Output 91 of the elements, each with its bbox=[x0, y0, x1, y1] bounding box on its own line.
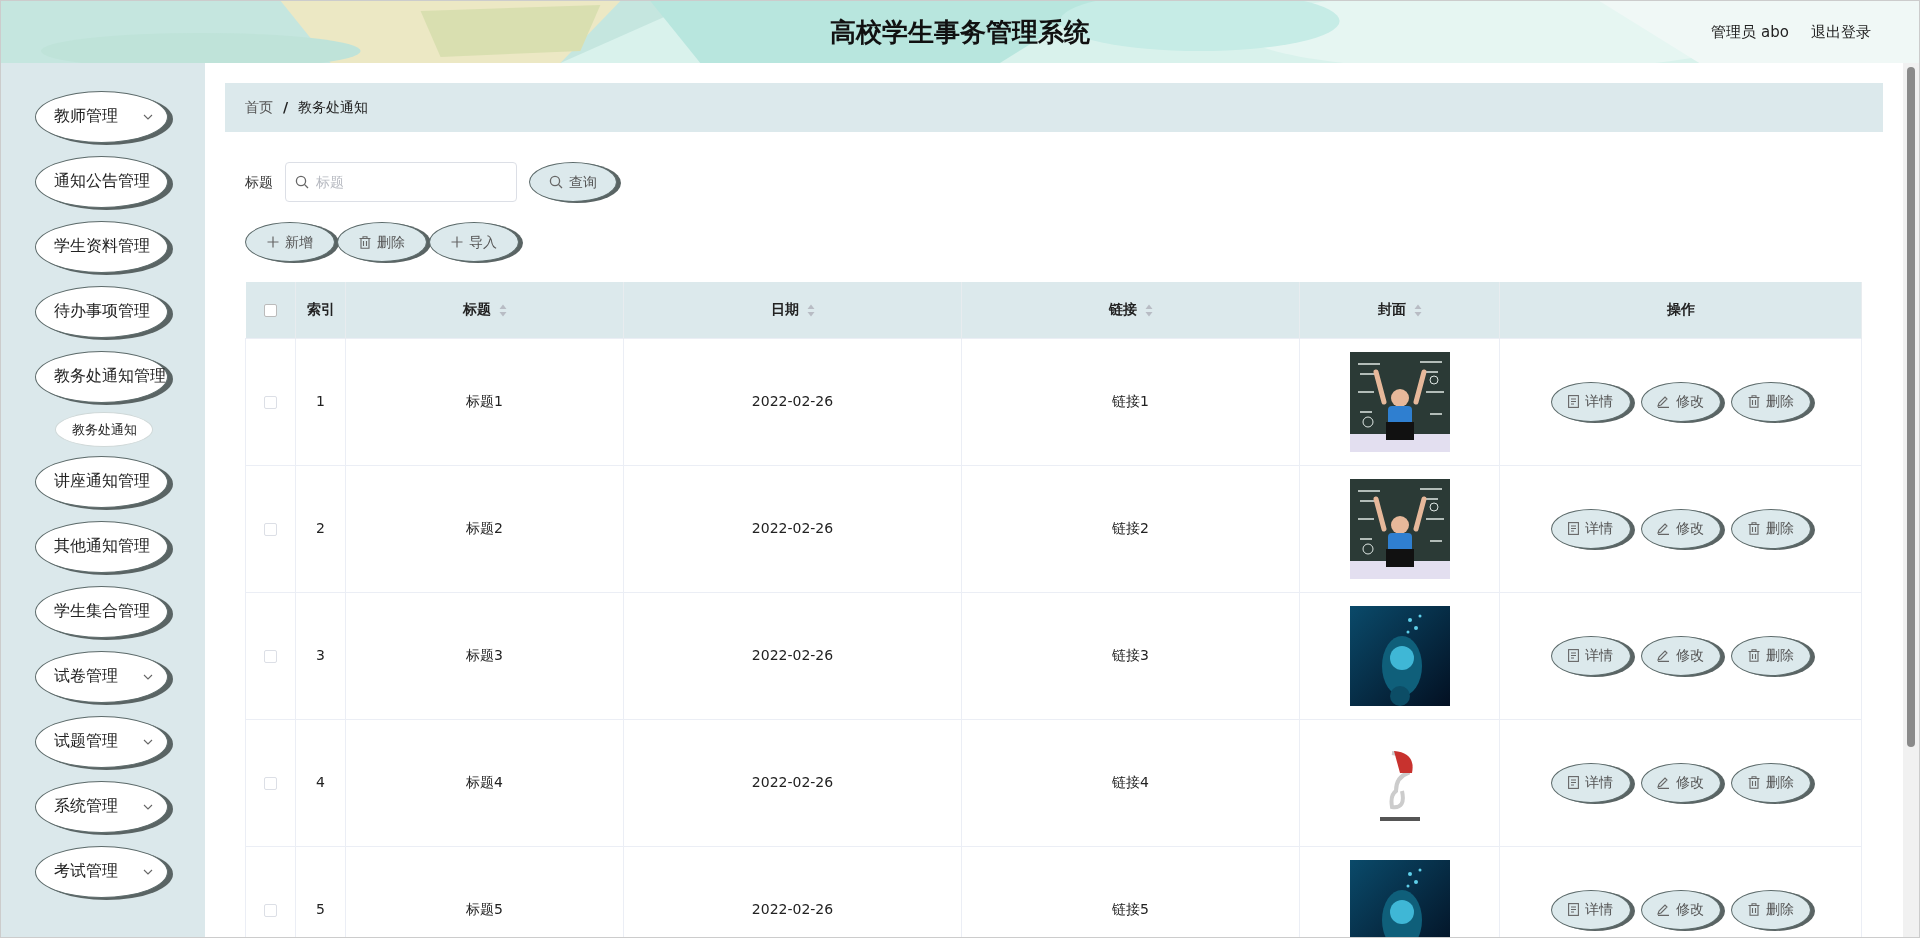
row-index: 5 bbox=[316, 901, 325, 917]
table-cell: 链接2 bbox=[1112, 520, 1149, 536]
checkbox[interactable] bbox=[264, 649, 277, 663]
column-header[interactable]: 日期 bbox=[770, 301, 815, 318]
edit-button[interactable]: 修改 bbox=[1640, 381, 1721, 422]
logout-link[interactable]: 退出登录 bbox=[1811, 20, 1871, 44]
search-field[interactable]: 标题 bbox=[285, 162, 517, 202]
table-cell: 2022-02-26 bbox=[751, 393, 834, 409]
plus-icon bbox=[451, 236, 463, 248]
delete-button[interactable]: 删除 bbox=[1730, 381, 1811, 422]
table-cell: 标题2 bbox=[466, 520, 503, 536]
column-header[interactable]: 操作 bbox=[1666, 301, 1695, 318]
document-icon bbox=[1568, 776, 1579, 789]
breadcrumb-item[interactable]: 首页 bbox=[245, 97, 273, 118]
pencil-icon bbox=[1657, 522, 1670, 535]
table-cell: 链接4 bbox=[1112, 774, 1149, 790]
search-button[interactable]: 查询 bbox=[529, 162, 617, 202]
pencil-icon bbox=[1657, 903, 1670, 916]
pencil-icon bbox=[1657, 776, 1670, 789]
chevron-icon bbox=[143, 868, 153, 876]
pencil-icon bbox=[1657, 649, 1670, 662]
document-icon bbox=[1568, 395, 1579, 408]
trash-icon bbox=[1747, 649, 1760, 662]
table-cell: 链接3 bbox=[1112, 647, 1149, 663]
checkbox[interactable] bbox=[264, 395, 277, 409]
sort-icon bbox=[806, 303, 815, 317]
row-index: 1 bbox=[316, 393, 325, 409]
edit-button[interactable]: 修改 bbox=[1640, 635, 1721, 676]
delete-button[interactable]: 删除 bbox=[337, 222, 427, 262]
document-icon bbox=[1568, 903, 1579, 916]
column-header[interactable]: 链接 bbox=[1108, 301, 1153, 318]
table-cell: 2022-02-26 bbox=[751, 901, 834, 917]
delete-button[interactable]: 删除 bbox=[1730, 508, 1811, 549]
trash-icon bbox=[359, 235, 371, 249]
column-header[interactable]: 标题 bbox=[462, 301, 507, 318]
trash-icon bbox=[1747, 395, 1760, 408]
column-header[interactable]: 索引 bbox=[306, 301, 335, 318]
app-title: 高校学生事务管理系统 bbox=[830, 15, 1090, 49]
chevron-icon bbox=[143, 113, 153, 121]
checkbox[interactable] bbox=[264, 903, 277, 917]
breadcrumb-item: 教务处通知 bbox=[298, 98, 369, 117]
plus-icon bbox=[267, 236, 279, 248]
detail-button[interactable]: 详情 bbox=[1550, 889, 1631, 930]
chevron-icon bbox=[143, 738, 153, 746]
edit-button[interactable]: 修改 bbox=[1640, 889, 1721, 930]
document-icon bbox=[1568, 522, 1579, 535]
search-icon bbox=[549, 175, 563, 189]
scrollbar-thumb[interactable] bbox=[1907, 67, 1915, 747]
column-header[interactable]: 封面 bbox=[1377, 301, 1422, 318]
table-cell: 标题1 bbox=[466, 393, 503, 409]
table-cell: 链接1 bbox=[1112, 393, 1149, 409]
user-name: 管理员 abo bbox=[1711, 21, 1789, 43]
submenu-item[interactable]: 教务处通知 bbox=[55, 412, 153, 447]
table-cell: 2022-02-26 bbox=[751, 520, 834, 536]
table-cell: 标题4 bbox=[466, 774, 503, 790]
table-cell: 标题5 bbox=[466, 901, 503, 917]
checkbox[interactable] bbox=[264, 522, 277, 536]
sort-icon bbox=[1144, 303, 1153, 317]
sort-icon bbox=[498, 303, 507, 317]
chevron-icon bbox=[143, 803, 153, 811]
breadcrumb-separator: / bbox=[283, 98, 289, 117]
table-cell: 链接5 bbox=[1112, 901, 1149, 917]
sort-icon bbox=[1413, 303, 1422, 317]
trash-icon bbox=[1747, 903, 1760, 916]
detail-button[interactable]: 详情 bbox=[1550, 635, 1631, 676]
trash-icon bbox=[1747, 522, 1760, 535]
table-cell: 标题3 bbox=[466, 647, 503, 663]
delete-button[interactable]: 删除 bbox=[1730, 762, 1811, 803]
scrollbar[interactable] bbox=[1903, 63, 1919, 937]
delete-button[interactable]: 删除 bbox=[1730, 635, 1811, 676]
checkbox[interactable] bbox=[263, 303, 277, 317]
pencil-icon bbox=[1657, 395, 1670, 408]
add-button[interactable]: 导入 bbox=[429, 222, 519, 262]
table-cell: 2022-02-26 bbox=[751, 774, 834, 790]
detail-button[interactable]: 详情 bbox=[1550, 381, 1631, 422]
row-index: 2 bbox=[316, 520, 325, 536]
row-index: 3 bbox=[316, 647, 325, 663]
delete-button[interactable]: 删除 bbox=[1730, 889, 1811, 930]
checkbox[interactable] bbox=[264, 776, 277, 790]
document-icon bbox=[1568, 649, 1579, 662]
detail-button[interactable]: 详情 bbox=[1550, 508, 1631, 549]
detail-button[interactable]: 详情 bbox=[1550, 762, 1631, 803]
trash-icon bbox=[1747, 776, 1760, 789]
add-button[interactable]: 新增 bbox=[245, 222, 335, 262]
edit-button[interactable]: 修改 bbox=[1640, 508, 1721, 549]
field-label: 标题 bbox=[245, 172, 273, 192]
table-cell: 2022-02-26 bbox=[751, 647, 834, 663]
edit-button[interactable]: 修改 bbox=[1640, 762, 1721, 803]
row-index: 4 bbox=[316, 774, 325, 790]
search-icon bbox=[295, 175, 309, 189]
chevron-icon bbox=[143, 673, 153, 681]
